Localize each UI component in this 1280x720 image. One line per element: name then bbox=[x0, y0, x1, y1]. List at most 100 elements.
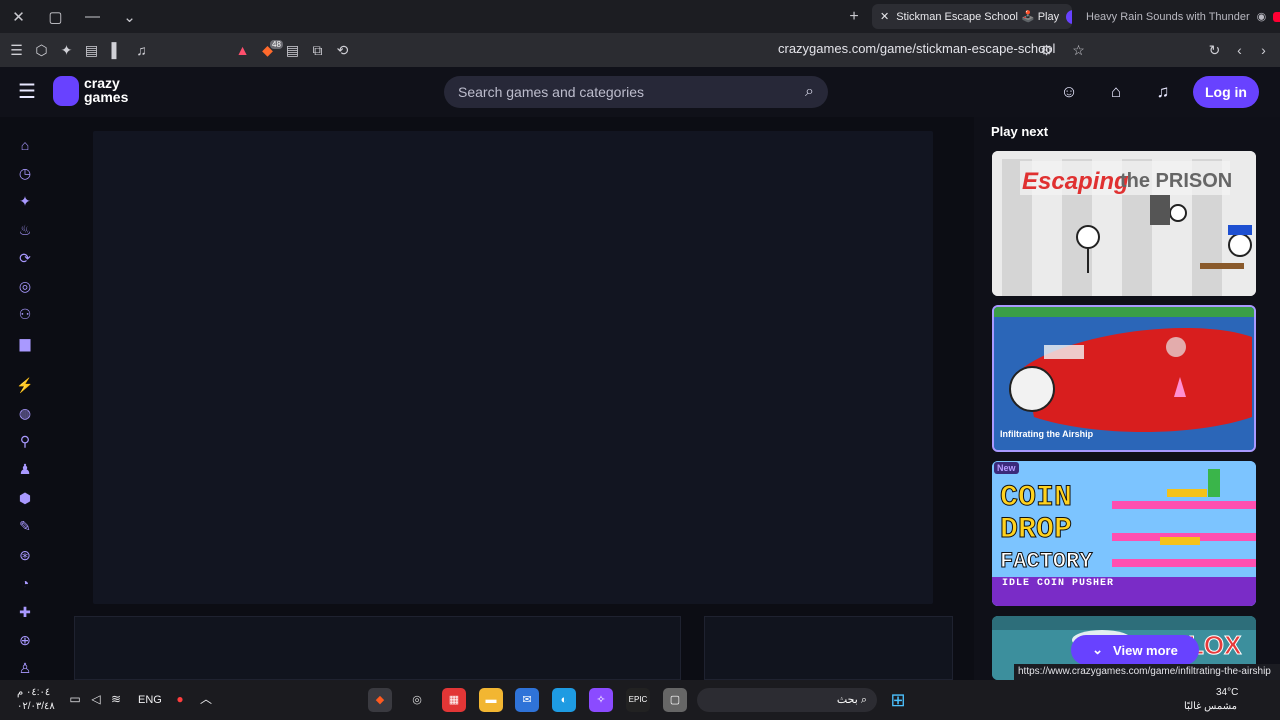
security-icon[interactable]: ● bbox=[171, 690, 189, 708]
clock-date: ٠٢/٠٣/٤٨ bbox=[17, 701, 55, 712]
users-icon[interactable]: ⚇ bbox=[14, 303, 36, 325]
translate-icon[interactable]: ⟲ bbox=[330, 33, 355, 67]
edge-taskbar-icon[interactable]: ◐ bbox=[552, 688, 576, 712]
game-frame-loading[interactable] bbox=[93, 131, 933, 604]
person-icon[interactable]: ♟ bbox=[14, 458, 36, 480]
bookmark-icon[interactable]: ☆ bbox=[1066, 33, 1091, 67]
refresh-icon[interactable]: ⟳ bbox=[14, 247, 36, 269]
taskbar-search-label: بحث bbox=[836, 694, 858, 706]
tab-close-icon[interactable]: ✕ bbox=[880, 10, 889, 23]
menu-icon[interactable]: ☰ bbox=[4, 33, 29, 67]
windows-start-icon[interactable]: ⊞ bbox=[886, 688, 910, 712]
cast-icon[interactable]: ⧉ bbox=[305, 33, 330, 67]
minimize-icon[interactable]: — bbox=[74, 0, 111, 33]
audio-icon: ◉ bbox=[1256, 11, 1267, 23]
svg-text:COIN: COIN bbox=[1000, 481, 1072, 515]
brand-line1: crazy bbox=[84, 75, 120, 91]
back-icon[interactable]: ‹ bbox=[1227, 33, 1252, 67]
pacman-icon[interactable]: ◔ bbox=[14, 572, 36, 594]
forward-icon[interactable]: › bbox=[1251, 33, 1276, 67]
flame-icon[interactable]: ♨ bbox=[14, 219, 36, 241]
file-explorer-taskbar-icon[interactable]: ▬ bbox=[479, 688, 503, 712]
weather-description[interactable]: مشمس غالبًا bbox=[1184, 701, 1237, 712]
wifi-icon[interactable]: ≋ bbox=[107, 690, 125, 708]
battery-icon[interactable]: ▭ bbox=[66, 690, 84, 708]
restore-icon[interactable]: ▢ bbox=[37, 0, 74, 33]
music-icon[interactable]: ♫ bbox=[129, 33, 154, 67]
volume-icon[interactable]: ◁ bbox=[87, 690, 105, 708]
search-placeholder: Search games and categories bbox=[458, 84, 644, 100]
puzzle-icon[interactable]: ✚ bbox=[14, 601, 36, 623]
language-indicator[interactable]: ENG bbox=[138, 694, 162, 706]
cube-icon[interactable]: ⬢ bbox=[14, 487, 36, 509]
calculator-taskbar-icon[interactable]: ▦ bbox=[442, 688, 466, 712]
shield-count-badge: 48 bbox=[270, 40, 283, 49]
game-card-infiltrating-the-airship[interactable]: Infiltrating the Airship bbox=[992, 305, 1256, 452]
game-info-panel bbox=[74, 616, 681, 680]
copilot-taskbar-icon[interactable]: ✧ bbox=[589, 688, 613, 712]
chevron-down-icon[interactable]: ⌄ bbox=[111, 0, 148, 33]
compass-icon[interactable]: ◍ bbox=[14, 402, 36, 424]
game-card-label: Infiltrating the Airship bbox=[1000, 429, 1094, 439]
reload-icon[interactable]: ↻ bbox=[1202, 33, 1227, 67]
chrome-taskbar-icon[interactable]: ◎ bbox=[405, 688, 429, 712]
crazygames-favicon-icon bbox=[1066, 9, 1072, 24]
friends-icon[interactable]: ☺ bbox=[1057, 80, 1081, 104]
hamburger-menu-icon[interactable]: ☰ bbox=[15, 80, 39, 104]
ad-panel bbox=[704, 616, 953, 680]
home-icon[interactable]: ⌂ bbox=[14, 134, 36, 156]
new-tab-button[interactable]: + bbox=[843, 6, 865, 28]
brave-taskbar-icon[interactable]: ◆ bbox=[368, 688, 392, 712]
steering-icon[interactable]: ⊛ bbox=[14, 544, 36, 566]
search-input[interactable]: Search games and categories ⌕ bbox=[444, 76, 828, 108]
brave-rewards-icon[interactable]: ▲ bbox=[230, 33, 255, 67]
chevron-down-icon: ⌄ bbox=[1092, 642, 1104, 657]
brand-name[interactable]: crazy games bbox=[84, 76, 128, 104]
address-bar[interactable]: crazygames.com/game/stickman-escape-scho… bbox=[778, 41, 1055, 56]
sparkle-icon[interactable]: ✦ bbox=[14, 190, 36, 212]
app-taskbar-icon[interactable]: ▢ bbox=[663, 688, 687, 712]
crazygames-logo-icon[interactable] bbox=[53, 76, 79, 106]
leaderboard-icon[interactable]: ▆ bbox=[14, 332, 36, 354]
tab-title: Stickman Escape School 🕹️ Play bbox=[896, 11, 1060, 23]
game-card-subtitle: IDLE COIN PUSHER bbox=[1002, 578, 1115, 589]
brand-line2: games bbox=[84, 89, 129, 105]
epic-games-taskbar-icon[interactable]: EPIC bbox=[626, 688, 650, 712]
tray-chevron-up-icon[interactable]: ︿ bbox=[197, 690, 215, 708]
joystick-icon[interactable]: ⚲ bbox=[14, 430, 36, 452]
tab-active[interactable]: ✕ Stickman Escape School 🕹️ Play bbox=[872, 4, 1072, 29]
bolt-icon[interactable]: ⚡ bbox=[14, 374, 36, 396]
brave-shield-icon[interactable]: ◆ 48 bbox=[255, 33, 283, 67]
play-next-heading: Play next bbox=[991, 124, 1049, 139]
extension-icon[interactable]: ✦ bbox=[54, 33, 79, 67]
youtube-favicon-icon bbox=[1273, 11, 1280, 22]
svg-text:FACTORY: FACTORY bbox=[1000, 549, 1093, 574]
game-card-escaping-the-prison[interactable]: Escaping the PRISON bbox=[992, 151, 1256, 296]
taskbar-search-box[interactable]: بحث ⌕ bbox=[697, 688, 877, 712]
game-icon[interactable]: ♙ bbox=[14, 657, 36, 679]
twitch-icon[interactable]: ◎ bbox=[14, 275, 36, 297]
notification-bell-icon[interactable]: ♫ bbox=[1151, 80, 1175, 104]
game-card-coin-drop-factory[interactable]: COIN DROP FACTORY New IDLE COIN PUSHER bbox=[992, 461, 1256, 606]
svg-text:the PRISON: the PRISON bbox=[1120, 170, 1232, 192]
paint-icon[interactable]: ✎ bbox=[14, 515, 36, 537]
new-badge: New bbox=[994, 462, 1019, 474]
tabs-icon[interactable]: ▤ bbox=[79, 33, 104, 67]
sidebar-icon[interactable]: ▌ bbox=[104, 33, 129, 67]
browser-titlebar: ✕ ▢ — ⌄ + ✕ Stickman Escape School 🕹️ Pl… bbox=[0, 0, 1280, 33]
target-icon[interactable]: ⊕ bbox=[14, 629, 36, 651]
clock-icon[interactable]: ◷ bbox=[14, 162, 36, 184]
bookmark-icon[interactable]: ⌂ bbox=[1104, 80, 1128, 104]
close-icon[interactable]: ✕ bbox=[0, 0, 37, 33]
view-more-button[interactable]: ⌄ View more bbox=[1071, 635, 1199, 665]
login-button[interactable]: Log in bbox=[1193, 76, 1259, 108]
status-bar-link: https://www.crazygames.com/game/infiltra… bbox=[1014, 664, 1280, 680]
tab-inactive[interactable]: Heavy Rain Sounds with Thunder ◉ bbox=[1078, 4, 1280, 29]
weather-temp[interactable]: 34°C bbox=[1216, 687, 1238, 698]
svg-text:DROP: DROP bbox=[1000, 513, 1072, 547]
search-icon[interactable]: ⌕ bbox=[805, 83, 814, 101]
mail-taskbar-icon[interactable]: ✉ bbox=[515, 688, 539, 712]
shield-icon[interactable]: ⬡ bbox=[29, 33, 54, 67]
reader-icon[interactable]: ▤ bbox=[280, 33, 305, 67]
sidebar: ⌂ ◷ ✦ ♨ ⟳ ◎ ⚇ ▆ ⚡ ◍ ⚲ ♟ ⬢ ✎ ⊛ ◔ ✚ ⊕ ♙ bbox=[0, 117, 50, 680]
